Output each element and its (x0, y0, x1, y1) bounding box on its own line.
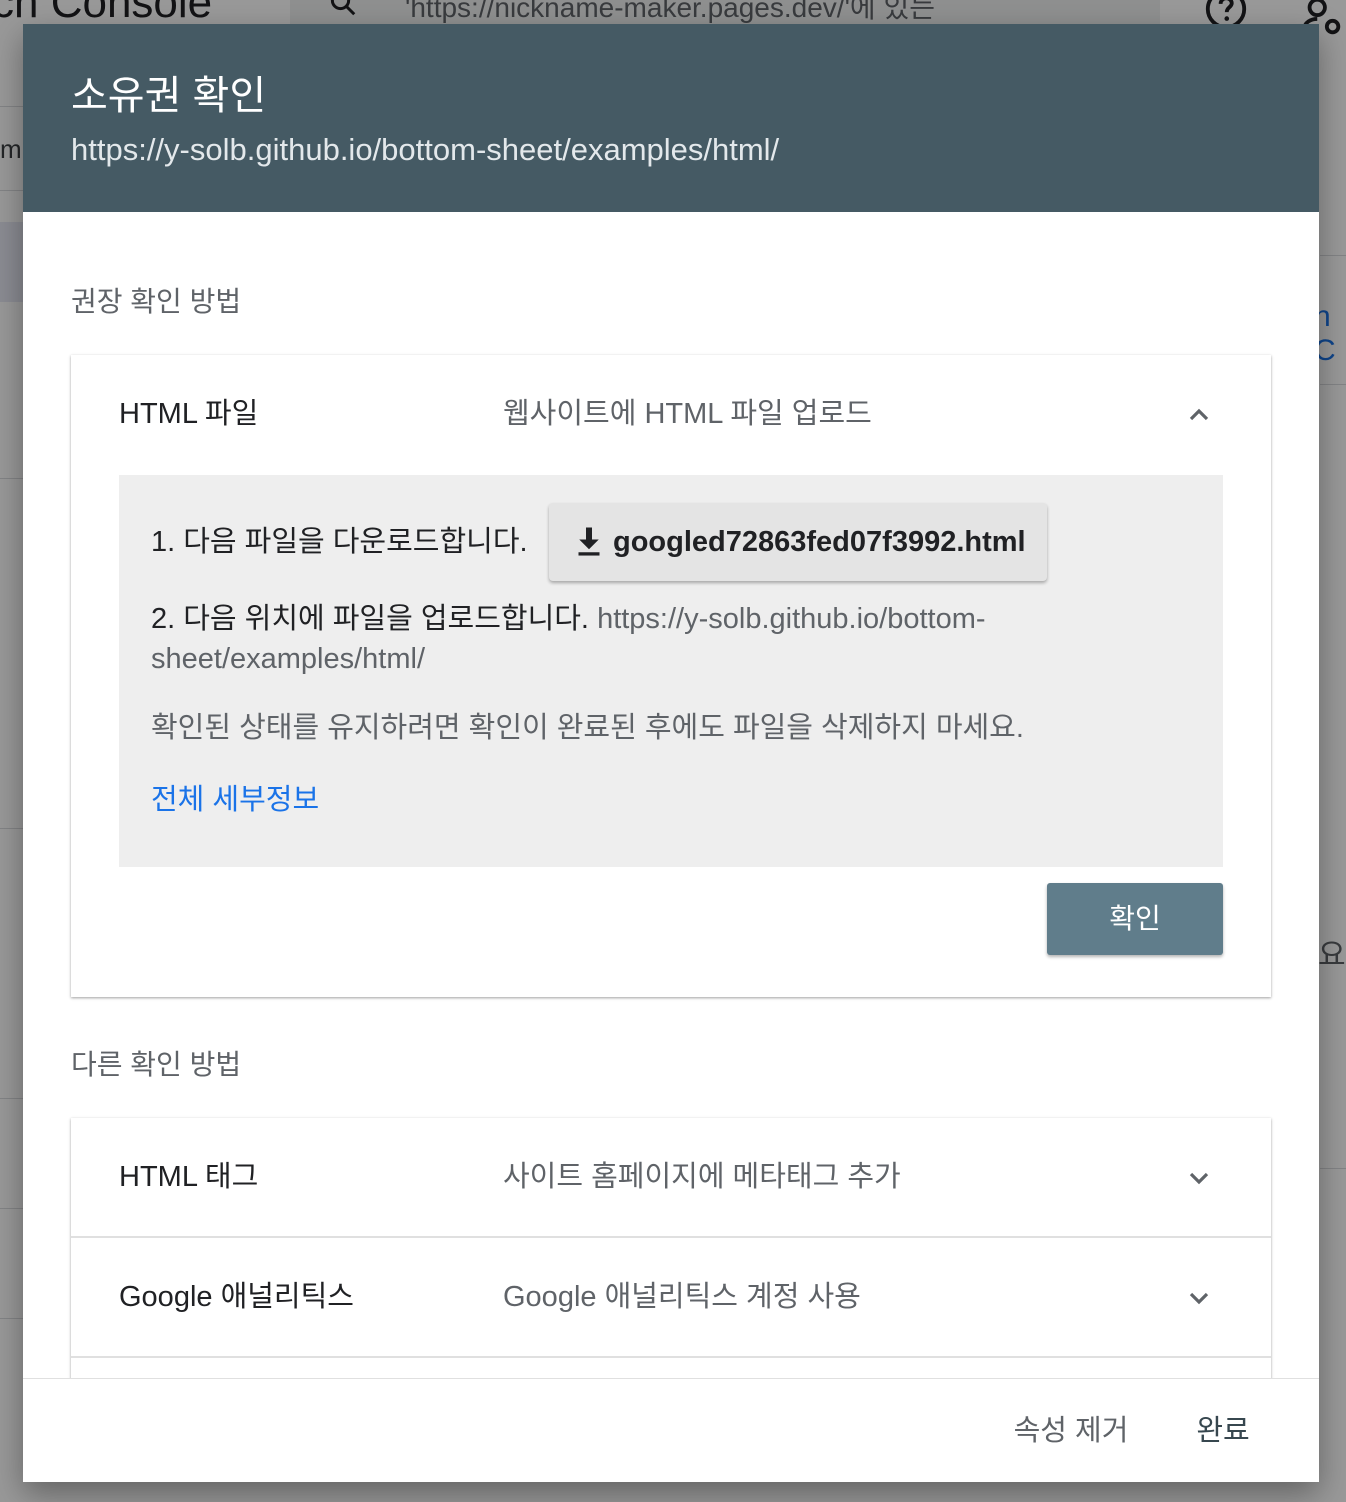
method-name: HTML 파일 (119, 398, 259, 430)
download-file-button[interactable]: googled72863fed07f3992.html (549, 503, 1047, 581)
step-2-instruction: 2. 다음 위치에 파일을 업로드합니다. (151, 603, 589, 635)
method-name: Google 애널리틱스 (119, 1281, 354, 1313)
chevron-down-icon[interactable] (1183, 1162, 1215, 1194)
html-tag-method-row[interactable]: HTML 태그 사이트 홈페이지에 메타태그 추가 (71, 1118, 1271, 1236)
html-file-method-card: HTML 파일 웹사이트에 HTML 파일 업로드 1. 다음 파일을 다운로드… (71, 355, 1271, 997)
done-button[interactable]: 완료 (1173, 1401, 1273, 1461)
remove-property-button[interactable]: 속성 제거 (983, 1401, 1159, 1461)
dialog-title: 소유권 확인 (71, 74, 267, 118)
method-name: HTML 태그 (119, 1161, 259, 1193)
other-methods-card: HTML 태그 사이트 홈페이지에 메타태그 추가 Google 애널리틱스 G… (71, 1118, 1271, 1378)
download-icon (578, 527, 600, 556)
method-description: Google 애널리틱스 계정 사용 (503, 1281, 861, 1313)
dialog-header: 소유권 확인 https://y-solb.github.io/bottom-s… (23, 24, 1319, 212)
dialog-footer: 속성 제거 완료 (23, 1378, 1319, 1482)
html-file-steps-panel: 1. 다음 파일을 다운로드합니다. googled72863fed07f399… (119, 475, 1223, 867)
step-2-text: 2. 다음 위치에 파일을 업로드합니다. https://y-solb.git… (151, 599, 1201, 679)
html-file-method-header[interactable]: HTML 파일 웹사이트에 HTML 파일 업로드 (71, 355, 1271, 473)
step-1-text: 1. 다음 파일을 다운로드합니다. (151, 526, 528, 558)
download-file-name: googled72863fed07f3992.html (613, 526, 1026, 558)
chevron-down-icon[interactable] (1183, 1282, 1215, 1314)
full-details-link[interactable]: 전체 세부정보 (151, 781, 319, 819)
method-description: 사이트 홈페이지에 메타태그 추가 (503, 1161, 901, 1193)
keep-file-note: 확인된 상태를 유지하려면 확인이 완료된 후에도 파일을 삭제하지 마세요. (151, 712, 1024, 744)
recommended-section-label: 권장 확인 방법 (71, 286, 242, 317)
method-description: 웹사이트에 HTML 파일 업로드 (503, 398, 872, 430)
chevron-up-icon[interactable] (1183, 399, 1215, 431)
ownership-verification-dialog: 소유권 확인 https://y-solb.github.io/bottom-s… (23, 24, 1319, 1482)
property-url: https://y-solb.github.io/bottom-sheet/ex… (71, 132, 780, 167)
dialog-body[interactable]: 권장 확인 방법 HTML 파일 웹사이트에 HTML 파일 업로드 1. 다음… (23, 212, 1319, 1378)
row-divider (71, 1356, 1271, 1358)
verify-button[interactable]: 확인 (1047, 883, 1223, 955)
google-analytics-method-row[interactable]: Google 애널리틱스 Google 애널리틱스 계정 사용 (71, 1238, 1271, 1356)
other-methods-section-label: 다른 확인 방법 (71, 1049, 242, 1080)
